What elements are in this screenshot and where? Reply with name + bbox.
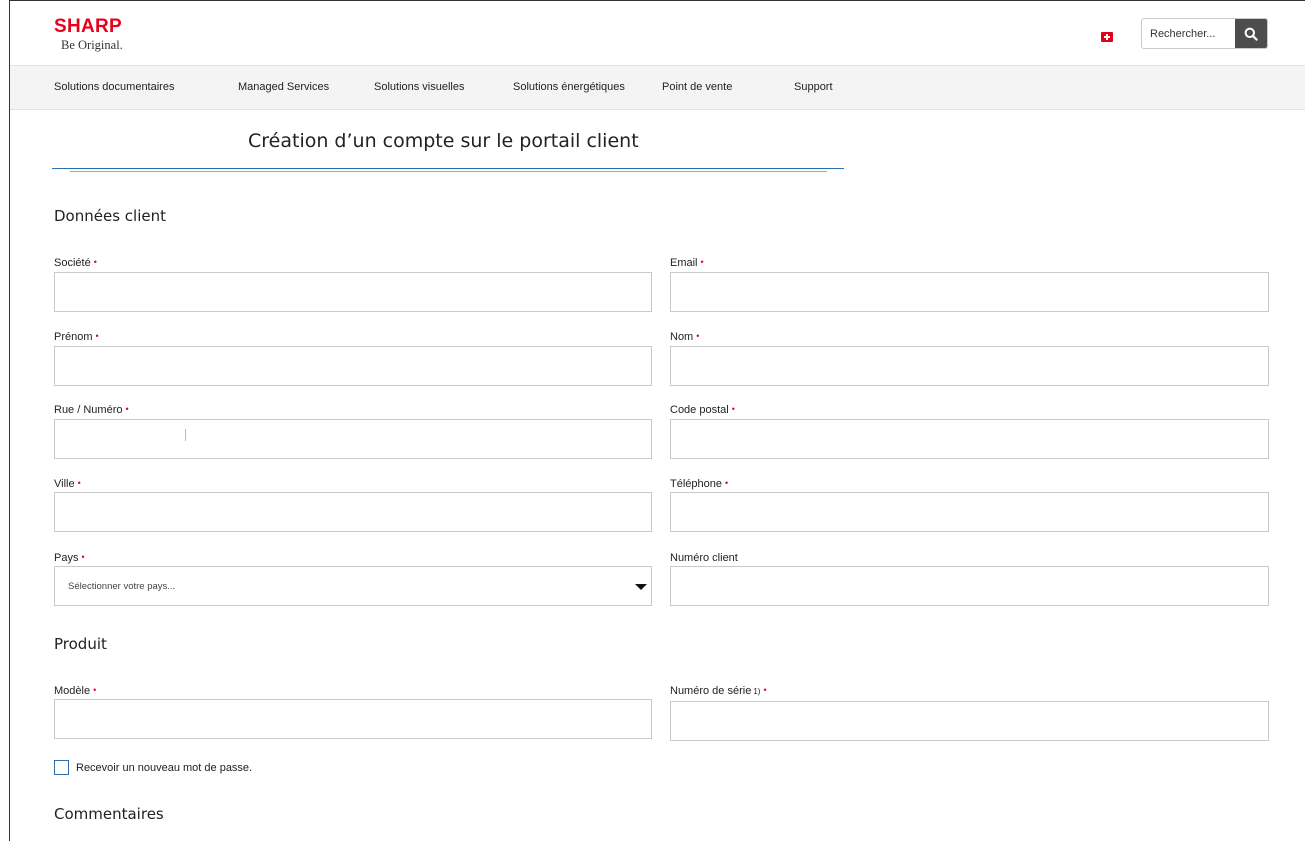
main-navigation: Solutions documentaires Managed Services… — [10, 65, 1305, 110]
field-label-prenom: Prénom • — [54, 331, 99, 343]
numero-serie-field[interactable] — [670, 701, 1269, 741]
pays-selected-value: Sélectionner votre pays... — [68, 581, 176, 592]
required-marker: • — [93, 257, 97, 267]
label-text: Modèle — [54, 685, 91, 697]
required-marker: • — [731, 404, 735, 414]
nav-item-solutions-energetiques[interactable]: Solutions énergétiques — [513, 81, 625, 93]
caret-down-icon — [635, 584, 647, 590]
required-marker: • — [125, 404, 129, 414]
field-label-nom: Nom • — [670, 331, 699, 343]
page-title: Création d’un compte sur le portail clie… — [248, 130, 639, 152]
search-button[interactable] — [1235, 19, 1267, 48]
label-text: Numéro client — [670, 552, 738, 564]
required-marker: • — [93, 685, 97, 695]
search-icon — [1244, 27, 1258, 41]
text-cursor — [185, 429, 186, 441]
section-heading-client: Données client — [54, 207, 166, 225]
rue-input[interactable] — [55, 420, 651, 458]
ville-input[interactable] — [55, 493, 651, 531]
required-marker: • — [763, 685, 767, 695]
nom-input[interactable] — [671, 347, 1268, 385]
societe-input[interactable] — [55, 273, 651, 311]
telephone-field[interactable] — [670, 492, 1269, 532]
swiss-flag-icon[interactable] — [1101, 32, 1113, 42]
nom-field[interactable] — [670, 346, 1269, 386]
modele-field[interactable] — [54, 699, 652, 739]
field-label-code-postal: Code postal • — [670, 404, 735, 416]
field-label-telephone: Téléphone • — [670, 478, 728, 490]
label-text: Pays — [54, 552, 79, 564]
required-marker: • — [725, 478, 729, 488]
nav-item-managed-services[interactable]: Managed Services — [238, 81, 329, 93]
required-marker: • — [696, 331, 700, 341]
email-field[interactable] — [670, 272, 1269, 312]
field-label-ville: Ville • — [54, 478, 81, 490]
field-label-email: Email • — [670, 257, 704, 269]
numero-client-field[interactable] — [670, 566, 1269, 606]
label-text: Prénom — [54, 331, 93, 343]
new-password-label[interactable]: Recevoir un nouveau mot de passe. — [76, 762, 252, 774]
logo-wordmark: SHARP — [54, 16, 123, 37]
label-text: Code postal — [670, 404, 729, 416]
rue-field[interactable] — [54, 419, 652, 459]
required-marker: • — [700, 257, 704, 267]
label-text: Société — [54, 257, 91, 269]
field-label-numero-client: Numéro client — [670, 552, 738, 564]
email-input[interactable] — [671, 273, 1268, 311]
required-marker: • — [81, 552, 85, 562]
numero-serie-input[interactable] — [671, 702, 1268, 740]
required-marker: • — [77, 478, 81, 488]
modele-input[interactable] — [55, 700, 651, 738]
label-text: Téléphone — [670, 478, 722, 490]
field-label-rue: Rue / Numéro • — [54, 404, 129, 416]
title-divider-accent — [70, 171, 827, 172]
societe-field[interactable] — [54, 272, 652, 312]
label-text: Rue / Numéro — [54, 404, 123, 416]
numero-client-input[interactable] — [671, 567, 1268, 605]
footnote-marker: 1) — [753, 687, 761, 696]
ville-field[interactable] — [54, 492, 652, 532]
nav-item-point-de-vente[interactable]: Point de vente — [662, 81, 732, 93]
field-label-pays: Pays • — [54, 552, 85, 564]
label-text: Numéro de série — [670, 685, 752, 697]
search-box — [1141, 18, 1268, 49]
prenom-field[interactable] — [54, 346, 652, 386]
code-postal-input[interactable] — [671, 420, 1268, 458]
pays-select[interactable]: Sélectionner votre pays... — [54, 566, 652, 606]
section-heading-product: Produit — [54, 635, 107, 653]
search-input[interactable] — [1142, 19, 1237, 48]
code-postal-field[interactable] — [670, 419, 1269, 459]
nav-item-solutions-visuelles[interactable]: Solutions visuelles — [374, 81, 465, 93]
section-heading-comments: Commentaires — [54, 805, 164, 823]
sharp-logo[interactable]: SHARP Be Original. — [54, 17, 123, 53]
title-divider — [52, 168, 844, 169]
field-label-numero-serie: Numéro de série 1) • — [670, 685, 767, 697]
nav-item-support[interactable]: Support — [794, 81, 833, 93]
field-label-societe: Société • — [54, 257, 97, 269]
site-header: SHARP Be Original. — [10, 1, 1305, 65]
field-label-modele: Modèle • — [54, 685, 96, 697]
required-marker: • — [95, 331, 99, 341]
prenom-input[interactable] — [55, 347, 651, 385]
logo-tagline: Be Original. — [61, 38, 123, 52]
label-text: Email — [670, 257, 698, 269]
nav-item-solutions-documentaires[interactable]: Solutions documentaires — [54, 81, 174, 93]
telephone-input[interactable] — [671, 493, 1268, 531]
label-text: Nom — [670, 331, 694, 343]
page-frame: SHARP Be Original. Solutions documentair… — [9, 0, 1305, 841]
label-text: Ville — [54, 478, 75, 490]
new-password-checkbox[interactable] — [54, 760, 69, 775]
